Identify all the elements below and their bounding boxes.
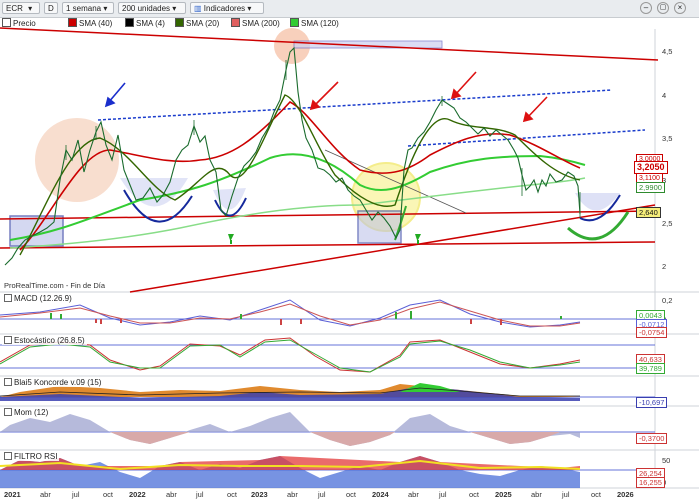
panel-label-stoch[interactable]: Estocástico (26.8.5): [2, 336, 87, 345]
x-label: oct: [591, 490, 602, 499]
x-label: 2025: [495, 490, 512, 499]
price-tick: 4: [662, 91, 667, 100]
price-box-yellow: 2,640: [636, 207, 661, 218]
blai5-value: -10,697: [636, 397, 668, 408]
panel-label-mom[interactable]: Mom (12): [2, 408, 51, 417]
x-label: oct: [103, 490, 114, 499]
macd-chart: [0, 299, 655, 328]
price-tick: 2: [662, 262, 667, 271]
macd-value-3: -0,0754: [636, 327, 668, 338]
panel-label-rsi[interactable]: FILTRO RSI: [2, 452, 60, 461]
x-label: 2023: [251, 490, 268, 499]
x-label: jul: [196, 490, 204, 499]
momentum-chart: [0, 412, 655, 446]
settings-icon: [4, 294, 12, 302]
price-box-green: 2,9900: [636, 182, 665, 193]
rsi-chart: [0, 456, 655, 488]
x-label: 2022: [129, 490, 146, 499]
settings-icon: [4, 378, 12, 386]
panel-label-macd[interactable]: MACD (12.26.9): [2, 294, 74, 303]
box-2024: [357, 210, 402, 244]
settings-icon: [4, 408, 12, 416]
x-label: 2024: [372, 490, 389, 499]
x-label: oct: [469, 490, 480, 499]
bowl-3: [575, 193, 620, 211]
peak-circle-2021: [35, 118, 119, 202]
x-label: jul: [72, 490, 80, 499]
x-label: oct: [346, 490, 357, 499]
x-label: 2021: [4, 490, 21, 499]
x-label: abr: [531, 490, 542, 499]
stoch-value-2: 39,789: [636, 363, 665, 374]
rsi-value-2: 16,255: [636, 477, 665, 488]
x-label: jul: [562, 490, 570, 499]
settings-icon: [4, 336, 12, 344]
x-label: oct: [227, 490, 238, 499]
rsi-tick: 50: [662, 456, 671, 465]
stochastic-chart: [0, 337, 655, 373]
x-label: abr: [408, 490, 419, 499]
price-tick: 3,5: [662, 134, 673, 143]
price-tick: 4,5: [662, 47, 673, 56]
x-label: abr: [287, 490, 298, 499]
price-tick: 2,5: [662, 219, 673, 228]
panel-separators: [0, 29, 699, 489]
settings-icon: [4, 452, 12, 460]
box-top: [293, 40, 443, 49]
x-label: jul: [439, 490, 447, 499]
chart-canvas[interactable]: [0, 0, 699, 501]
x-label: abr: [166, 490, 177, 499]
footer-credit: ProRealTime.com - Fin de Día: [4, 281, 106, 290]
x-label: jul: [318, 490, 326, 499]
x-label: abr: [40, 490, 51, 499]
mom-value: -0,3700: [636, 433, 668, 444]
macd-tick: 0,2: [662, 296, 673, 305]
panel-label-blai5[interactable]: Blai5 Koncorde v.09 (15): [2, 378, 104, 387]
x-label: 2026: [617, 490, 634, 499]
